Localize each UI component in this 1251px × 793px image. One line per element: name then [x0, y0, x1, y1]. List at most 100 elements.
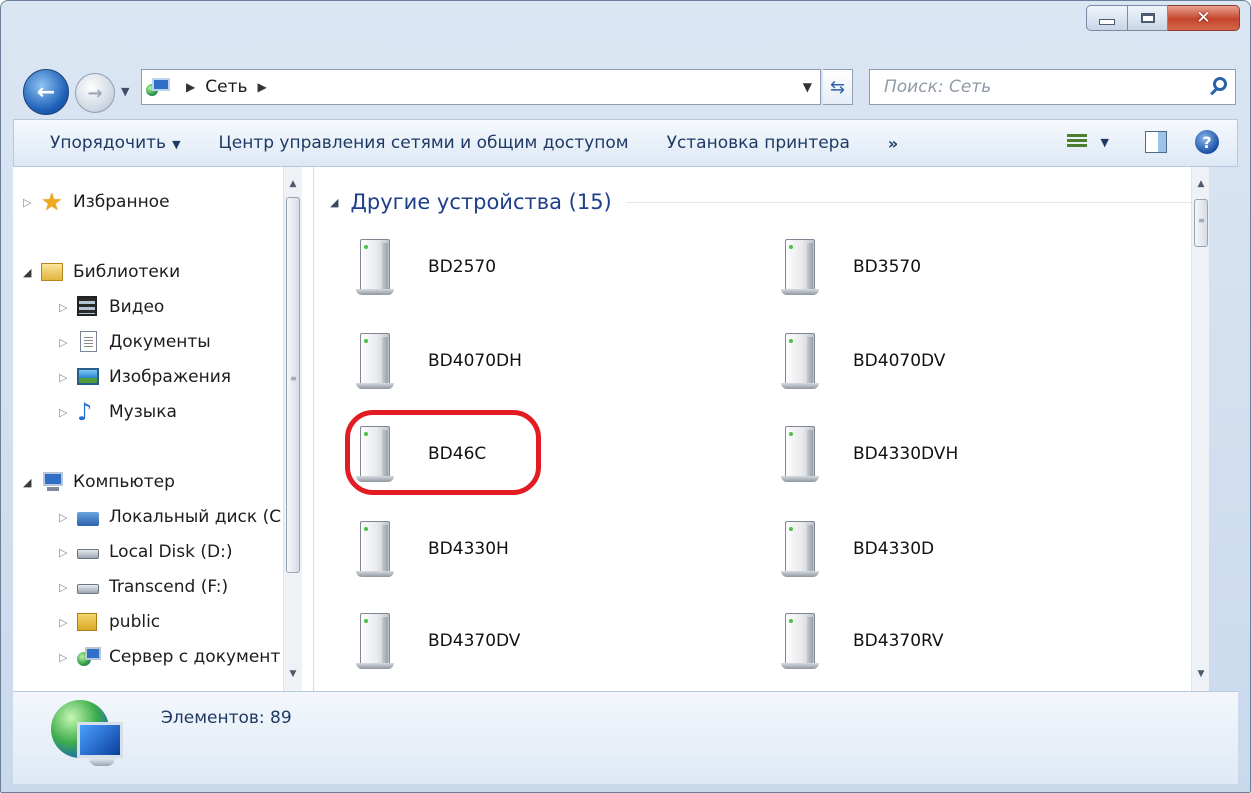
tree-item-images[interactable]: ▷ Изображения: [59, 362, 231, 392]
device-label: BD4370DV: [428, 631, 521, 651]
change-view-icon[interactable]: [1067, 132, 1087, 152]
breadcrumb-network[interactable]: Сеть: [205, 77, 247, 97]
maximize-icon: [1140, 13, 1155, 23]
device-item[interactable]: BD3570: [779, 235, 921, 299]
address-bar[interactable]: ▶ Сеть ▶ ▼: [141, 69, 821, 105]
item-count: Элементов: 89: [161, 708, 292, 728]
expand-icon[interactable]: ▷: [59, 406, 67, 419]
tree-item-public[interactable]: ▷ public: [59, 607, 160, 637]
tree-item-computer[interactable]: ◢ Компьютер: [23, 467, 175, 497]
forward-arrow-icon: →: [87, 82, 103, 104]
expand-icon[interactable]: ▷: [23, 196, 31, 209]
help-icon[interactable]: ?: [1195, 130, 1219, 154]
libraries-label: Библиотеки: [73, 262, 181, 282]
tree-item-video[interactable]: ▷ Видео: [59, 292, 164, 322]
content-scrollbar[interactable]: ▲ ≡ ▼: [1191, 167, 1209, 691]
organize-button[interactable]: Упорядочить ▼: [50, 133, 181, 153]
breadcrumb-separator-icon[interactable]: ▶: [186, 80, 195, 94]
collapse-icon[interactable]: ◢: [23, 476, 31, 489]
server-label: Сервер с документ: [109, 647, 281, 667]
media-device-icon: [354, 333, 398, 389]
device-label: BD4330DVH: [853, 444, 959, 464]
expand-icon[interactable]: ▷: [59, 336, 67, 349]
refresh-button[interactable]: ⇆: [823, 69, 853, 105]
view-options-dropdown-icon[interactable]: ▼: [1101, 136, 1109, 149]
device-item[interactable]: BD2570: [354, 235, 496, 299]
details-pane: Элементов: 89: [13, 691, 1238, 784]
scroll-down-icon[interactable]: ▼: [1192, 665, 1209, 683]
expand-icon[interactable]: ▷: [59, 511, 67, 524]
computer-icon: [41, 471, 65, 493]
more-commands-button[interactable]: »: [888, 134, 898, 153]
minimize-button[interactable]: [1086, 5, 1128, 31]
back-button[interactable]: ←: [23, 69, 69, 115]
scroll-up-icon[interactable]: ▲: [1192, 175, 1209, 193]
local-disk-c-label: Локальный диск (C: [109, 507, 282, 527]
close-icon: ✕: [1196, 8, 1211, 28]
collapse-icon[interactable]: ◢: [23, 266, 31, 279]
device-label: BD4070DV: [853, 351, 946, 371]
star-icon: ★: [41, 188, 63, 216]
group-divider: [625, 201, 1193, 203]
close-button[interactable]: ✕: [1168, 5, 1240, 31]
grip-icon: ≡: [290, 374, 297, 383]
device-item[interactable]: BD4370DV: [354, 609, 520, 673]
expand-icon[interactable]: ▷: [59, 546, 67, 559]
media-device-icon: [354, 239, 398, 295]
hard-drive-icon: [77, 541, 101, 563]
device-item[interactable]: BD4330H: [354, 517, 509, 581]
tree-item-server[interactable]: ▷ Сервер с документ: [59, 642, 281, 672]
nav-pane-scroll-thumb[interactable]: ≡: [286, 197, 300, 573]
tree-item-local-disk-d[interactable]: ▷ Local Disk (D:): [59, 537, 232, 567]
pictures-icon: [77, 366, 101, 388]
device-item[interactable]: BD4330DVH: [779, 422, 958, 486]
music-label: Музыка: [109, 402, 177, 422]
scroll-down-icon[interactable]: ▼: [284, 665, 302, 683]
documents-icon: [77, 331, 101, 353]
nav-pane-scrollbar[interactable]: ▲ ≡ ▼: [283, 167, 302, 691]
preview-pane-icon[interactable]: [1145, 131, 1167, 153]
maximize-button[interactable]: [1128, 5, 1168, 31]
search-icon[interactable]: [1213, 77, 1227, 91]
collapse-group-icon[interactable]: ◢: [330, 196, 338, 209]
recent-pages-dropdown[interactable]: ▼: [121, 85, 129, 98]
expand-icon[interactable]: ▷: [59, 301, 67, 314]
device-label: BD4370RV: [853, 631, 944, 651]
device-label: BD4070DH: [428, 351, 522, 371]
caption-buttons: ✕: [1086, 5, 1240, 31]
command-bar: Упорядочить ▼ Центр управления сетями и о…: [13, 119, 1238, 167]
system-drive-icon: [77, 506, 101, 528]
content-scroll-thumb[interactable]: ≡: [1194, 199, 1208, 247]
expand-icon[interactable]: ▷: [59, 616, 67, 629]
network-globe-icon: [47, 698, 137, 776]
network-center-button[interactable]: Центр управления сетями и общим доступом: [219, 133, 629, 153]
device-item[interactable]: BD4370RV: [779, 609, 944, 673]
tree-item-documents[interactable]: ▷ Документы: [59, 327, 211, 357]
device-item[interactable]: BD4330D: [779, 517, 934, 581]
transcend-label: Transcend (F:): [109, 577, 229, 597]
computer-label: Компьютер: [73, 472, 175, 492]
device-item[interactable]: BD4070DH: [354, 329, 522, 393]
group-title: Другие устройства (15): [350, 190, 612, 214]
scroll-up-icon[interactable]: ▲: [284, 175, 302, 193]
media-device-icon: [779, 426, 823, 482]
device-item[interactable]: BD4070DV: [779, 329, 945, 393]
forward-button[interactable]: →: [75, 73, 115, 113]
media-device-icon: [779, 521, 823, 577]
grip-icon: ≡: [1198, 216, 1205, 225]
tree-item-music[interactable]: ▷ ♪ Музыка: [59, 397, 177, 427]
address-dropdown-icon[interactable]: ▼: [803, 80, 812, 94]
expand-icon[interactable]: ▷: [59, 581, 67, 594]
breadcrumb-separator-icon[interactable]: ▶: [258, 80, 267, 94]
tree-item-transcend[interactable]: ▷ Transcend (F:): [59, 572, 229, 602]
tree-item-local-disk-c[interactable]: ▷ Локальный диск (C: [59, 502, 282, 532]
favorites-label: Избранное: [73, 192, 170, 212]
libraries-icon: [41, 261, 65, 283]
group-header-other-devices[interactable]: ◢ Другие устройства (15): [330, 187, 1193, 217]
tree-item-favorites[interactable]: ▷ ★ Избранное: [23, 187, 170, 217]
expand-icon[interactable]: ▷: [59, 371, 67, 384]
add-printer-button[interactable]: Установка принтера: [667, 133, 850, 153]
tree-item-libraries[interactable]: ◢ Библиотеки: [23, 257, 181, 287]
expand-icon[interactable]: ▷: [59, 651, 67, 664]
search-input[interactable]: Поиск: Сеть: [869, 69, 1236, 105]
